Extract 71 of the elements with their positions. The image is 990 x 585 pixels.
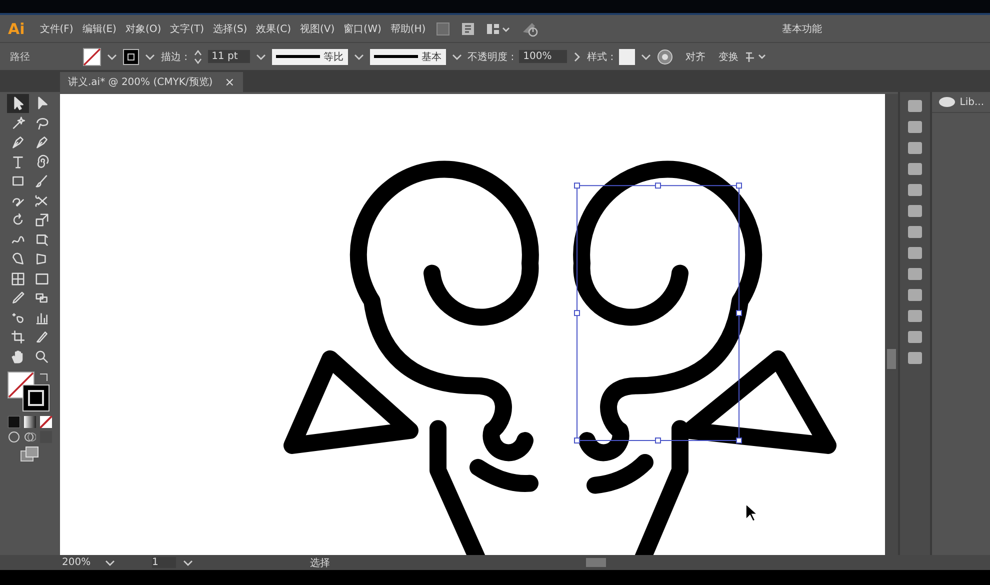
app-logo: Ai bbox=[8, 20, 25, 38]
caret-icon[interactable] bbox=[352, 52, 365, 62]
draw-behind-icon[interactable] bbox=[24, 431, 36, 443]
scissors-tool-icon bbox=[34, 192, 50, 209]
mesh-tool-icon bbox=[10, 270, 26, 287]
horizontal-scrollbar-thumb[interactable] bbox=[586, 558, 606, 567]
stroke-swatch-icon[interactable] bbox=[123, 48, 139, 64]
menu-item[interactable]: 视图(V) bbox=[300, 22, 335, 36]
libraries-panel-tab[interactable]: Lib... bbox=[932, 92, 990, 113]
style-label: 样式 : bbox=[587, 50, 614, 64]
cloud-icon bbox=[938, 96, 955, 108]
type-tool-icon bbox=[10, 154, 26, 170]
draw-normal-icon[interactable] bbox=[8, 431, 20, 443]
libraries-title: Lib... bbox=[960, 96, 984, 108]
zoom-tool-icon bbox=[34, 348, 50, 365]
color-mode-icon[interactable] bbox=[8, 416, 20, 428]
stroke-label: 描边 : bbox=[161, 50, 188, 64]
stock-icon[interactable] bbox=[460, 20, 476, 36]
menu-item[interactable]: 对象(O) bbox=[125, 22, 162, 36]
chevron-right-icon[interactable] bbox=[572, 50, 582, 62]
pen-tool-icon bbox=[34, 134, 50, 150]
document-title: 讲义.ai* @ 200% (CMYK/预览) bbox=[68, 76, 213, 89]
eyedrop-tool-icon bbox=[10, 290, 26, 306]
caret-icon[interactable] bbox=[144, 52, 156, 62]
knife-tool-icon bbox=[34, 329, 50, 346]
wand-tool-icon bbox=[10, 114, 26, 131]
current-tool-status: 选择 bbox=[310, 556, 330, 570]
object-type-label: 路径 bbox=[10, 50, 31, 64]
pen-tool-icon bbox=[10, 134, 26, 150]
variable-width-profile-dropdown[interactable]: 等比 bbox=[272, 48, 348, 64]
caret-icon[interactable] bbox=[640, 52, 652, 62]
stepper-icon[interactable] bbox=[192, 48, 203, 64]
recolor-artwork-icon[interactable] bbox=[656, 48, 673, 64]
scale-tool-icon bbox=[34, 212, 50, 228]
brush-tool-icon bbox=[34, 173, 50, 190]
caret-icon[interactable] bbox=[104, 558, 116, 568]
mouse-pointer-icon bbox=[746, 503, 758, 522]
document-tab[interactable]: 讲义.ai* @ 200% (CMYK/预览) × bbox=[60, 72, 243, 92]
zoom-level-field[interactable]: 200% bbox=[62, 557, 98, 568]
fill-swatch-none-icon[interactable] bbox=[83, 48, 101, 66]
menu-item[interactable]: 效果(C) bbox=[256, 22, 292, 36]
opacity-field[interactable]: 100% bbox=[519, 50, 568, 63]
workspace-switcher[interactable]: 基本功能 bbox=[782, 22, 822, 36]
selection-bounding-box[interactable] bbox=[574, 182, 742, 444]
graphic-style-swatch[interactable] bbox=[618, 48, 635, 64]
menu-item[interactable]: 帮助(H) bbox=[390, 22, 426, 36]
menu-item[interactable]: 文件(F) bbox=[40, 22, 74, 36]
menu-item[interactable]: 文字(T) bbox=[170, 22, 204, 36]
free-tool-icon bbox=[34, 232, 50, 248]
caret-icon[interactable] bbox=[106, 52, 118, 62]
artboard-tool-icon bbox=[10, 329, 26, 346]
caret-icon[interactable] bbox=[450, 52, 463, 62]
close-tab-button[interactable]: × bbox=[224, 75, 235, 89]
tool-button[interactable] bbox=[7, 94, 29, 112]
gradient-mode-icon[interactable] bbox=[24, 416, 36, 428]
gradient-tool-icon bbox=[34, 270, 50, 287]
shape-tool-icon bbox=[10, 251, 26, 268]
menu-item[interactable]: 窗口(W) bbox=[344, 22, 382, 36]
none-mode-icon[interactable] bbox=[40, 416, 52, 428]
stroke-weight-field[interactable]: 11 pt bbox=[208, 50, 250, 63]
artboard-number-field[interactable]: 1 bbox=[152, 557, 176, 568]
menu-item[interactable]: 编辑(E) bbox=[82, 22, 116, 36]
transform-link[interactable]: 变换 bbox=[718, 50, 739, 64]
opacity-label: 不透明度 : bbox=[468, 50, 514, 64]
align-link[interactable]: 对齐 bbox=[686, 50, 706, 64]
caret-icon[interactable] bbox=[182, 558, 194, 568]
screen-mode-icon[interactable] bbox=[20, 446, 40, 462]
menu-item[interactable]: 选择(S) bbox=[213, 22, 248, 36]
caret-icon[interactable] bbox=[254, 52, 267, 62]
brush-definition-dropdown[interactable]: 基本 bbox=[370, 48, 446, 64]
vertical-scrollbar-thumb[interactable] bbox=[887, 349, 896, 369]
